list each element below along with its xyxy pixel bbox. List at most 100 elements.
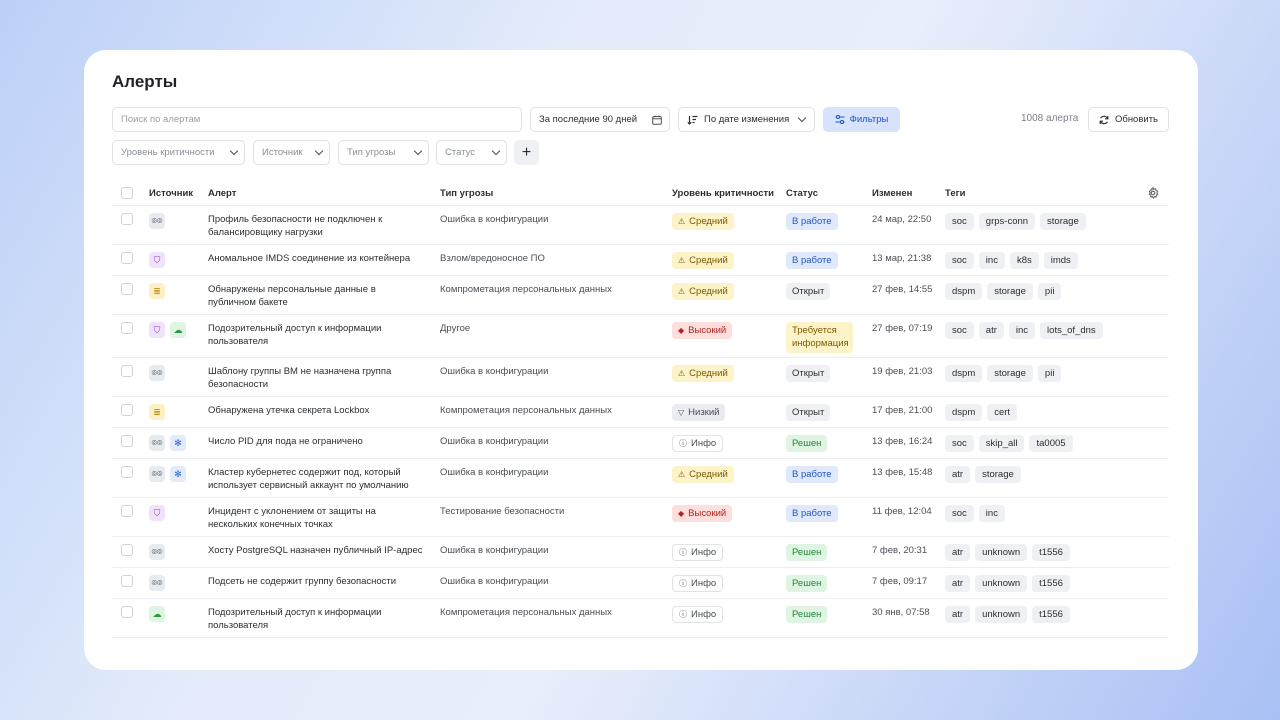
sort-dropdown[interactable]: По дате изменения xyxy=(678,107,815,132)
filters-button[interactable]: Фильтры xyxy=(823,107,900,132)
row-checkbox[interactable] xyxy=(121,435,133,447)
date-range-label: За последние 90 дней xyxy=(539,114,638,125)
tags-list: soc inc xyxy=(945,505,1005,522)
tag[interactable]: skip_all xyxy=(978,435,1025,452)
tag[interactable]: pii xyxy=(1037,283,1062,300)
tag[interactable]: storage xyxy=(987,283,1033,300)
source-filter[interactable]: Источник xyxy=(253,140,330,165)
source-icons: ⌾⌾ xyxy=(149,544,165,560)
row-checkbox[interactable] xyxy=(121,404,133,416)
row-checkbox[interactable] xyxy=(121,252,133,264)
severity-icon: ⓘ xyxy=(679,579,687,588)
row-checkbox[interactable] xyxy=(121,606,133,618)
severity-label: Низкий xyxy=(688,407,720,418)
status-filter[interactable]: Статус xyxy=(436,140,507,165)
threat-filter[interactable]: Тип угрозы xyxy=(338,140,429,165)
alert-name[interactable]: Обнаружена утечка секрета Lockbox xyxy=(208,405,426,418)
tag[interactable]: k8s xyxy=(1009,252,1039,269)
tag[interactable]: unknown xyxy=(975,544,1028,561)
row-checkbox[interactable] xyxy=(121,544,133,556)
alert-name[interactable]: Хосту PostgreSQL назначен публичный IP-а… xyxy=(208,545,426,558)
tag[interactable]: inc xyxy=(978,252,1005,269)
row-checkbox[interactable] xyxy=(121,283,133,295)
tag[interactable]: storage xyxy=(987,365,1033,382)
table-row[interactable]: ≣ Обнаружена утечка секрета Lockbox Комп… xyxy=(112,397,1169,428)
tag[interactable]: dspm xyxy=(945,283,983,300)
row-checkbox[interactable] xyxy=(121,365,133,377)
row-checkbox[interactable] xyxy=(121,322,133,334)
tag[interactable]: soc xyxy=(945,213,974,230)
alert-name[interactable]: Аномальное IMDS соединение из контейнера xyxy=(208,253,426,266)
header-changed[interactable]: Изменен xyxy=(872,188,912,199)
table-row[interactable]: ⌾⌾ Хосту PostgreSQL назначен публичный I… xyxy=(112,537,1169,568)
tag[interactable]: atr xyxy=(978,322,1004,339)
table-row[interactable]: ⌾⌾ ✻ Кластер кубернетес содержит под, кот… xyxy=(112,459,1169,498)
alert-name[interactable]: Подозрительный доступ к информации польз… xyxy=(208,323,426,348)
tag[interactable]: atr xyxy=(945,544,971,561)
tag[interactable]: atr xyxy=(945,606,971,623)
table-row[interactable]: ⌾⌾ Подсеть не содержит группу безопаснос… xyxy=(112,568,1169,599)
alert-name[interactable]: Число PID для пода не ограничено xyxy=(208,436,426,449)
add-filter-button[interactable]: + xyxy=(514,140,539,165)
header-tags[interactable]: Теги xyxy=(945,188,965,199)
tag[interactable]: unknown xyxy=(975,606,1028,623)
table-row[interactable]: ☁ Подозрительный доступ к информации пол… xyxy=(112,599,1169,638)
row-checkbox[interactable] xyxy=(121,505,133,517)
tag[interactable]: unknown xyxy=(975,575,1028,592)
tag[interactable]: pii xyxy=(1037,365,1062,382)
alert-name[interactable]: Шаблону группы ВМ не назначена группа бе… xyxy=(208,366,426,391)
alert-name[interactable]: Инцидент с уклонением от защиты на неско… xyxy=(208,506,426,531)
tag[interactable]: cert xyxy=(987,404,1018,421)
table-row[interactable]: ⌾⌾ ✻ Число PID для пода не ограничено Оши… xyxy=(112,428,1169,459)
tag[interactable]: t1556 xyxy=(1032,606,1070,623)
severity-label: Инфо xyxy=(691,547,717,558)
alert-name[interactable]: Профиль безопасности не подключен к бала… xyxy=(208,214,426,239)
tag[interactable]: soc xyxy=(945,322,974,339)
alert-name[interactable]: Подсеть не содержит группу безопасности xyxy=(208,576,426,589)
tag[interactable]: storage xyxy=(975,466,1021,483)
status-label: В работе xyxy=(786,252,838,269)
table-row[interactable]: ⛉ ☁ Подозрительный доступ к информации по… xyxy=(112,315,1169,358)
date-range-picker[interactable]: За последние 90 дней xyxy=(530,107,670,132)
tag[interactable]: grps-conn xyxy=(978,213,1036,230)
row-checkbox[interactable] xyxy=(121,213,133,225)
row-checkbox[interactable] xyxy=(121,575,133,587)
row-checkbox[interactable] xyxy=(121,466,133,478)
alert-count: 1008 алерта xyxy=(1021,113,1079,124)
refresh-button[interactable]: Обновить xyxy=(1088,107,1169,132)
gear-icon[interactable] xyxy=(1147,187,1159,199)
tag[interactable]: inc xyxy=(978,505,1005,522)
alert-name[interactable]: Подозрительный доступ к информации польз… xyxy=(208,607,426,632)
table-row[interactable]: ≣ Обнаружены персональные данные в публи… xyxy=(112,276,1169,315)
table-row[interactable]: ⌾⌾ Шаблону группы ВМ не назначена группа… xyxy=(112,358,1169,397)
tag[interactable]: inc xyxy=(1008,322,1036,339)
header-source[interactable]: Источник xyxy=(149,188,193,199)
tag[interactable]: atr xyxy=(945,575,971,592)
tag[interactable]: imds xyxy=(1043,252,1078,269)
tag[interactable]: dspm xyxy=(945,404,983,421)
severity-filter[interactable]: Уровень критичности xyxy=(112,140,245,165)
table-row[interactable]: ⌾⌾ Профиль безопасности не подключен к б… xyxy=(112,206,1169,245)
tag[interactable]: t1556 xyxy=(1032,544,1070,561)
tag[interactable]: storage xyxy=(1040,213,1086,230)
tag[interactable]: dspm xyxy=(945,365,983,382)
header-severity[interactable]: Уровень критичности xyxy=(672,188,774,199)
header-threat[interactable]: Тип угрозы xyxy=(440,188,493,199)
header-status[interactable]: Статус xyxy=(786,188,818,199)
tag[interactable]: soc xyxy=(945,252,974,269)
tag[interactable]: lots_of_dns xyxy=(1040,322,1103,339)
alert-name[interactable]: Кластер кубернетес содержит под, который… xyxy=(208,467,426,492)
table-row[interactable]: ⛉ Аномальное IMDS соединение из контейне… xyxy=(112,245,1169,276)
source-icons: ⛉ xyxy=(149,505,165,521)
tag[interactable]: ta0005 xyxy=(1029,435,1073,452)
tag[interactable]: t1556 xyxy=(1032,575,1070,592)
header-alert[interactable]: Алерт xyxy=(208,188,236,199)
select-all-checkbox[interactable] xyxy=(121,187,133,199)
table-row[interactable]: ⛉ Инцидент с уклонением от защиты на нес… xyxy=(112,498,1169,537)
search-input[interactable]: Поиск по алертам xyxy=(112,107,522,132)
alert-name[interactable]: Обнаружены персональные данные в публичн… xyxy=(208,284,426,309)
tag[interactable]: atr xyxy=(945,466,971,483)
refresh-icon xyxy=(1099,115,1109,124)
tag[interactable]: soc xyxy=(945,435,974,452)
tag[interactable]: soc xyxy=(945,505,974,522)
